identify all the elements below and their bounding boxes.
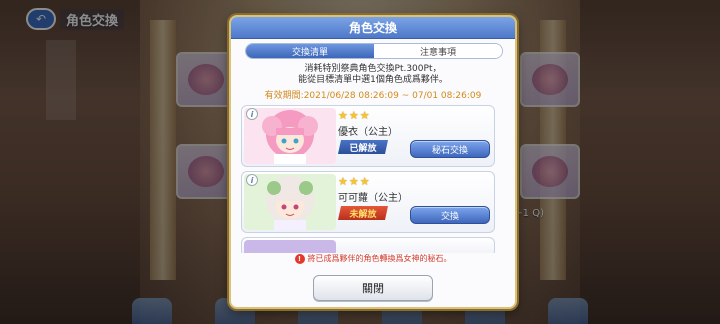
info-icon[interactable]: i (246, 108, 258, 120)
character-portrait (244, 108, 336, 164)
stone-exchange-button[interactable]: 秘石交換 (410, 140, 490, 158)
character-portrait (244, 240, 336, 253)
warning-icon: ! (294, 253, 305, 264)
star-icon: ★ (348, 109, 359, 122)
list-item[interactable]: i ★ ★ ★ 可可蘿（公主） 未解放 交換 (241, 171, 495, 233)
star-icon: ★ (359, 109, 370, 122)
notice-text: 將已成爲夥伴的角色轉換爲女神的秘石。 (307, 254, 452, 263)
period-value: 2021/06/28 08:26:09 ~ 07/01 08:26:09 (303, 91, 482, 101)
tab-exchange-list[interactable]: 交換清單 (246, 44, 374, 58)
tab-notes[interactable]: 注意事項 (374, 44, 502, 58)
star-icon: ★ (348, 175, 359, 188)
validity-period: 有效期間:2021/06/28 08:26:09 ~ 07/01 08:26:0… (231, 88, 515, 101)
character-portrait (244, 174, 336, 230)
dialog-title: 角色交換 (231, 17, 515, 39)
list-item[interactable] (241, 237, 495, 253)
character-exchange-dialog: 角色交換 交換清單 注意事項 消耗特別祭典角色交換Pt.300Pt， 能從目標清… (229, 15, 517, 309)
dialog-tabs: 交換清單 注意事項 (245, 43, 503, 59)
status-badge: 未解放 (338, 206, 388, 220)
star-icon: ★ (338, 109, 348, 122)
character-list[interactable]: i ★ ★ ★ 優衣（公主） 已解放 秘石交換 i ★ ★ ★ 可可蘿（公主） … (241, 105, 503, 253)
character-name: 優衣（公主） (338, 127, 398, 138)
exchange-button[interactable]: 交換 (410, 206, 490, 224)
period-label: 有效期間: (264, 91, 304, 101)
close-button[interactable]: 關閉 (313, 275, 433, 301)
status-badge: 已解放 (338, 140, 388, 154)
character-name: 可可蘿（公主） (338, 193, 408, 204)
exchange-description: 消耗特別祭典角色交換Pt.300Pt， 能從目標清單中選1個角色成爲夥伴。 (231, 64, 515, 86)
description-line: 消耗特別祭典角色交換Pt.300Pt， (304, 64, 442, 74)
star-icon: ★ (338, 175, 348, 188)
info-icon[interactable]: i (246, 174, 258, 186)
rarity-stars: ★ ★ ★ (338, 176, 370, 187)
exchange-notice: ! 將已成爲夥伴的角色轉換爲女神的秘石。 (231, 253, 515, 264)
list-item[interactable]: i ★ ★ ★ 優衣（公主） 已解放 秘石交換 (241, 105, 495, 167)
description-line: 能從目標清單中選1個角色成爲夥伴。 (298, 75, 448, 85)
star-icon: ★ (359, 175, 370, 188)
rarity-stars: ★ ★ ★ (338, 110, 370, 121)
